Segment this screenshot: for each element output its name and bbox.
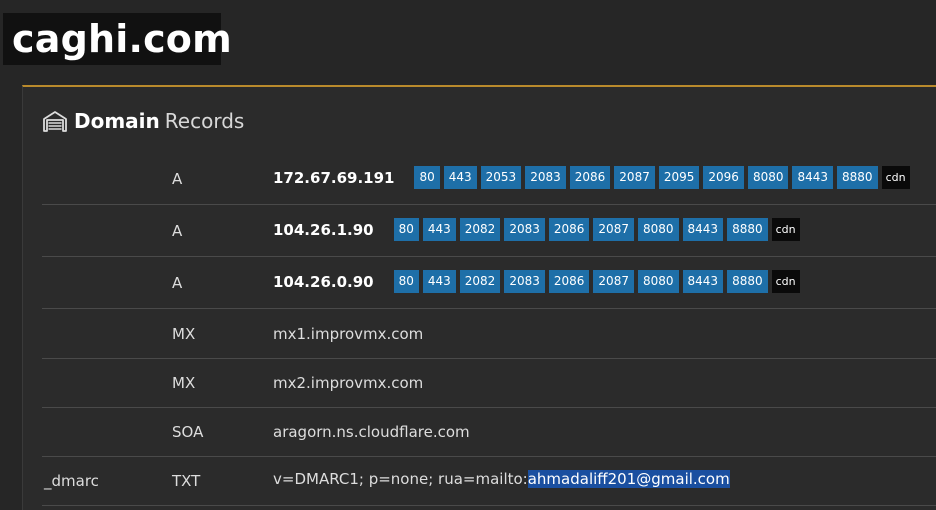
cdn-badge: cdn [881, 166, 910, 189]
port-badge: 2087 [593, 270, 634, 293]
record-ip[interactable]: 104.26.0.90 [273, 273, 374, 291]
port-badge: 443 [443, 166, 477, 189]
port-badge: 2082 [459, 218, 501, 241]
port-badge: 2095 [658, 166, 700, 189]
port-badge: 8443 [792, 166, 834, 189]
txt-value-prefix: v=DMARC1; p=none; rua=mailto: [273, 470, 528, 488]
port-badge: 80 [393, 218, 419, 241]
record-row: A 104.26.0.90 80 443 2082 2083 2086 2087… [42, 257, 936, 309]
record-row: MX mx1.improvmx.com [42, 309, 936, 359]
port-badge: 8080 [637, 218, 679, 241]
port-badge: 2086 [548, 270, 590, 293]
port-badge: 80 [414, 166, 440, 189]
panel-title: Domain Records [42, 107, 244, 135]
port-badge: 8443 [682, 218, 724, 241]
port-badge: 2096 [703, 166, 744, 189]
record-value: 172.67.69.191 80 443 2053 2083 2086 2087… [273, 166, 910, 189]
record-type: A [172, 274, 183, 292]
record-row: MX mx2.improvmx.com [42, 359, 936, 408]
port-badge: 2086 [569, 166, 611, 189]
port-badge: 8880 [837, 166, 878, 189]
port-badge: 8080 [637, 270, 679, 293]
record-type: MX [172, 374, 196, 392]
selected-email-link[interactable]: ahmadaliff201@gmail.com [527, 470, 730, 488]
records-table: A 172.67.69.191 80 443 2053 2083 2086 20… [42, 153, 936, 506]
port-badge: 2087 [614, 166, 655, 189]
panel-title-light: Records [164, 109, 245, 133]
port-badge: 8880 [727, 270, 768, 293]
port-badge: 8443 [682, 270, 724, 293]
port-badge: 2083 [504, 218, 545, 241]
port-badge: 2083 [504, 270, 545, 293]
panel-title-bold: Domain [74, 109, 160, 133]
record-ip[interactable]: 172.67.69.191 [273, 169, 394, 187]
record-row: _dmarc TXT v=DMARC1; p=none; rua=mailto:… [42, 457, 936, 506]
record-type: TXT [172, 472, 201, 490]
port-badge: 2087 [593, 218, 634, 241]
record-type: MX [172, 325, 196, 343]
record-row: SOA aragorn.ns.cloudflare.com [42, 408, 936, 457]
record-value: 104.26.1.90 80 443 2082 2083 2086 2087 8… [273, 218, 800, 241]
record-row: A 104.26.1.90 80 443 2082 2083 2086 2087… [42, 205, 936, 257]
port-badge: 2082 [459, 270, 501, 293]
record-value[interactable]: v=DMARC1; p=none; rua=mailto: ahmadaliff… [273, 470, 730, 488]
record-ip[interactable]: 104.26.1.90 [273, 221, 374, 239]
port-badge: 443 [422, 218, 456, 241]
record-value: 104.26.0.90 80 443 2082 2083 2086 2087 8… [273, 270, 800, 293]
site-logo[interactable]: caghi.com [3, 13, 232, 65]
cdn-badge: cdn [771, 218, 800, 241]
record-value[interactable]: mx2.improvmx.com [273, 374, 423, 392]
record-type: A [172, 170, 183, 188]
cdn-badge: cdn [771, 270, 800, 293]
port-badge: 2053 [480, 166, 522, 189]
record-host: _dmarc [44, 472, 99, 490]
record-value[interactable]: mx1.improvmx.com [273, 325, 423, 343]
port-badge: 80 [393, 270, 419, 293]
garage-icon [43, 111, 67, 132]
record-type: SOA [172, 423, 204, 441]
port-badge: 8880 [727, 218, 768, 241]
record-row: A 172.67.69.191 80 443 2053 2083 2086 20… [42, 153, 936, 205]
record-type: A [172, 222, 183, 240]
port-badge: 2086 [548, 218, 590, 241]
record-value[interactable]: aragorn.ns.cloudflare.com [273, 423, 470, 441]
port-badge: 8080 [747, 166, 789, 189]
domain-records-panel: Domain Records A 172.67.69.191 80 443 20… [22, 85, 936, 510]
port-badge: 443 [422, 270, 456, 293]
port-badge: 2083 [525, 166, 566, 189]
